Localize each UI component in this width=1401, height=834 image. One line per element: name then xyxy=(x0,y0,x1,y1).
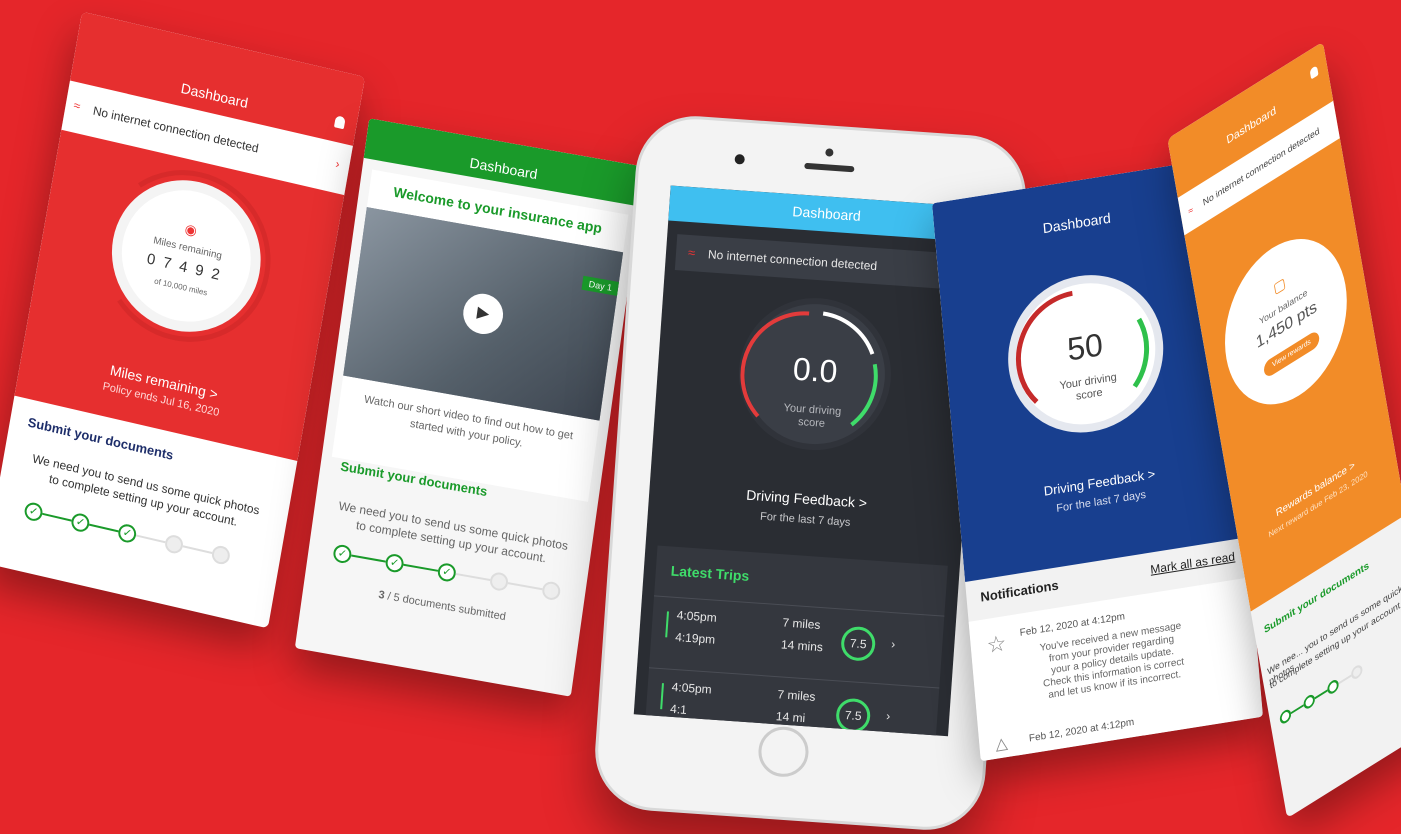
latest-trips-title: Latest Trips xyxy=(670,562,750,584)
trip-route-icon xyxy=(665,611,669,638)
step-pending-icon xyxy=(163,533,185,556)
star-icon: ☆ xyxy=(985,630,1008,659)
step-check-icon xyxy=(1302,692,1316,712)
warning-icon: △ xyxy=(994,734,1009,754)
earpiece-speaker xyxy=(804,162,855,173)
chevron-right-icon: › xyxy=(890,637,896,652)
chevron-right-icon: › xyxy=(334,156,341,172)
no-wifi-icon: ≈ xyxy=(687,244,696,261)
notification-item[interactable]: ☆ Feb 12, 2020 at 4:12pm You've received… xyxy=(968,577,1263,762)
trip-miles: 7 miles xyxy=(776,687,816,704)
trip-end: 4:19pm xyxy=(674,629,716,647)
step-check-icon: ✓ xyxy=(332,543,353,565)
front-camera-icon xyxy=(734,153,746,165)
home-button[interactable] xyxy=(756,725,811,779)
step-check-icon xyxy=(1326,677,1340,697)
driving-score-gauge: 0.0 Your driving score xyxy=(740,299,890,449)
no-internet-text: No internet connection detected xyxy=(707,247,878,274)
step-pending-icon xyxy=(210,544,232,566)
no-wifi-icon: ≈ xyxy=(72,98,82,114)
step-pending-icon xyxy=(488,571,510,593)
notifications-title: Notifications xyxy=(979,577,1060,605)
trip-start: 4:05pm xyxy=(671,679,713,697)
trip-miles: 7 miles xyxy=(782,615,821,633)
docs-total: / 5 documents submitted xyxy=(386,590,507,624)
notification-date: Feb 12, 2020 at 4:12pm xyxy=(1028,716,1135,745)
trip-mins: 14 mi xyxy=(775,709,806,726)
step-pending-icon xyxy=(1350,662,1364,682)
trip-score: 7.5 xyxy=(835,697,872,734)
camera-dot xyxy=(825,148,834,157)
bell-icon[interactable] xyxy=(333,115,346,130)
no-internet-banner[interactable]: ≈ No internet connection detected › xyxy=(674,234,972,291)
mark-all-read-link[interactable]: Mark all as read xyxy=(1150,549,1236,576)
docs-count: 3 xyxy=(377,588,386,602)
trip-route-icon xyxy=(660,683,664,710)
trip-score: 7.5 xyxy=(840,625,877,662)
driving-score-gauge: 50 Your driving score xyxy=(1001,263,1170,444)
latest-trips-panel: Latest Trips 4:05pm 4:19pm 7 miles 14 mi… xyxy=(643,545,948,737)
trip-mins: 14 mins xyxy=(780,637,824,655)
step-check-icon: ✓ xyxy=(116,522,138,545)
no-wifi-icon: ≈ xyxy=(1187,204,1194,217)
phone-display: Dashboard ≈ No internet connection detec… xyxy=(633,185,985,737)
trip-end: 4:1 xyxy=(669,701,688,717)
step-check-icon: ✓ xyxy=(384,552,405,574)
green-app-screen: Dashboard Welcome to your insurance app … xyxy=(294,118,646,697)
step-check-icon: ✓ xyxy=(70,511,91,534)
step-check-icon xyxy=(1278,707,1293,726)
chevron-right-icon: › xyxy=(885,708,891,724)
step-pending-icon xyxy=(541,580,562,602)
step-check-icon: ✓ xyxy=(436,561,457,583)
trip-start: 4:05pm xyxy=(676,608,718,625)
step-check-icon: ✓ xyxy=(23,500,44,523)
